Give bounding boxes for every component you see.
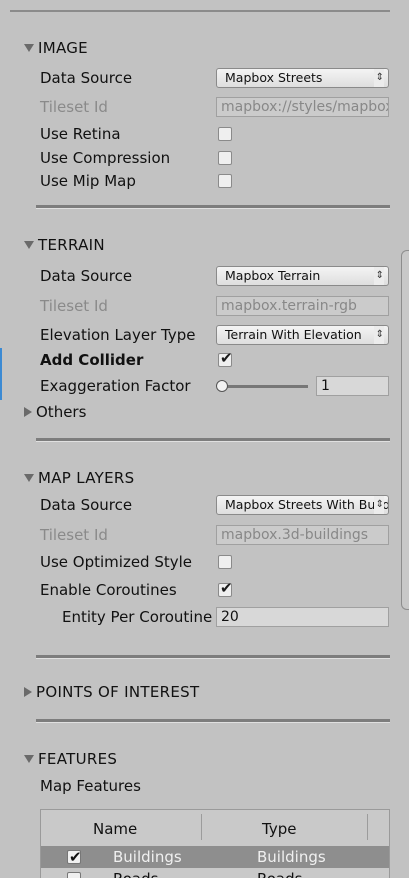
use-retina-checkbox[interactable] (218, 127, 232, 141)
collapse-triangle-icon (24, 43, 34, 52)
layers-tileset-label: Tileset Id (40, 526, 108, 544)
terrain-tileset-field[interactable]: mapbox.terrain-rgb (216, 296, 389, 316)
terrain-data-source-label: Data Source (40, 267, 133, 285)
top-divider (10, 0, 390, 12)
column-header-type[interactable]: Type (262, 818, 296, 840)
entity-per-coroutine-label: Entity Per Coroutine (62, 608, 213, 626)
layers-data-source-label: Data Source (40, 496, 133, 514)
enable-coroutines-checkbox[interactable]: ✔ (218, 579, 233, 597)
image-tileset-field[interactable]: mapbox://styles/mapbox/streets-v10 (216, 97, 389, 117)
image-data-source-label: Data Source (40, 69, 133, 87)
features-section-title: FEATURES (38, 750, 118, 768)
poi-section-header[interactable]: POINTS OF INTEREST (24, 681, 199, 703)
checkmark-icon: ✔ (69, 848, 82, 866)
row-name: Roads (113, 868, 158, 878)
image-section-title: IMAGE (38, 39, 88, 57)
add-collider-checkbox[interactable]: ✔ (218, 349, 233, 367)
collapse-triangle-icon (24, 754, 34, 763)
exaggeration-label: Exaggeration Factor (40, 377, 191, 395)
dropdown-arrow-icon: ⇕ (373, 326, 384, 344)
enable-coroutines-label: Enable Coroutines (40, 581, 177, 599)
terrain-tileset-label: Tileset Id (40, 297, 108, 315)
layers-data-source-value: Mapbox Streets With Building Ids (225, 497, 388, 512)
others-foldout[interactable]: Others (24, 401, 86, 423)
row-checkbox[interactable]: ✔ (67, 848, 82, 866)
features-section-header[interactable]: FEATURES (24, 748, 117, 770)
optimized-style-row: Use Optimized Style (0, 551, 214, 573)
use-compression-label: Use Compression (40, 149, 171, 167)
checkmark-icon: ✔ (220, 349, 233, 367)
terrain-data-source-value: Mapbox Terrain (225, 268, 321, 283)
collapse-triangle-icon (24, 240, 34, 249)
use-mip-map-checkbox[interactable] (218, 174, 232, 188)
others-label: Others (36, 403, 87, 421)
poi-section-title: POINTS OF INTEREST (36, 683, 200, 701)
elevation-layer-dropdown[interactable]: Terrain With Elevation ⇕ (216, 325, 389, 345)
column-separator[interactable] (367, 814, 368, 840)
image-data-source-value: Mapbox Streets (225, 70, 323, 85)
map-features-label: Map Features (40, 777, 141, 795)
expand-triangle-icon (24, 406, 32, 417)
exaggeration-slider[interactable] (222, 385, 308, 388)
checkmark-icon: ✔ (220, 579, 233, 597)
scrollbar-thumb[interactable] (401, 250, 409, 610)
slider-knob[interactable] (216, 380, 228, 392)
entity-per-coroutine-field[interactable]: 20 (216, 607, 389, 627)
use-mip-map-label: Use Mip Map (40, 172, 136, 190)
column-separator[interactable] (201, 814, 202, 840)
terrain-section-title: TERRAIN (38, 236, 105, 254)
row-type: Buildings (257, 848, 326, 866)
exaggeration-row: Exaggeration Factor (0, 375, 214, 397)
section-divider (36, 655, 390, 659)
row-name: Buildings (113, 848, 182, 866)
section-divider (36, 205, 390, 209)
table-row[interactable]: Roads Roads (41, 868, 389, 878)
row-checkbox[interactable] (67, 872, 81, 878)
elevation-layer-value: Terrain With Elevation (225, 327, 362, 342)
table-row[interactable]: ✔ Buildings Buildings (41, 846, 389, 868)
map-layers-section-title: MAP LAYERS (38, 469, 135, 487)
image-data-source-dropdown[interactable]: Mapbox Streets ⇕ (216, 68, 389, 88)
column-header-name[interactable]: Name (93, 818, 137, 840)
use-compression-checkbox[interactable] (218, 151, 232, 165)
dropdown-arrow-icon: ⇕ (373, 496, 384, 514)
dropdown-arrow-icon: ⇕ (373, 69, 384, 87)
elevation-layer-label: Elevation Layer Type (40, 326, 196, 344)
use-retina-label: Use Retina (40, 125, 121, 143)
terrain-data-source-dropdown[interactable]: Mapbox Terrain ⇕ (216, 266, 389, 286)
layers-tileset-field[interactable]: mapbox.3d-buildings (216, 525, 389, 545)
features-table: Name Type ✔ Buildings Buildings Roads Ro… (40, 809, 390, 878)
terrain-section-header[interactable]: TERRAIN (24, 234, 105, 256)
entity-per-coroutine-row: Entity Per Coroutine (0, 606, 214, 628)
elevation-layer-row: Elevation Layer Type (0, 324, 214, 346)
exaggeration-field[interactable]: 1 (316, 376, 389, 396)
map-layers-section-header[interactable]: MAP LAYERS (24, 467, 134, 489)
optimized-style-label: Use Optimized Style (40, 553, 193, 571)
layers-data-source-dropdown[interactable]: Mapbox Streets With Building Ids ⇕ (216, 495, 389, 515)
collapse-triangle-icon (24, 473, 34, 482)
row-type: Roads (257, 868, 302, 878)
section-divider (36, 719, 390, 723)
add-collider-label: Add Collider (40, 351, 144, 369)
image-section-header[interactable]: IMAGE (24, 37, 88, 59)
expand-triangle-icon (24, 686, 32, 697)
section-divider (36, 438, 390, 442)
optimized-style-checkbox[interactable] (218, 555, 232, 569)
image-tileset-label: Tileset Id (40, 98, 108, 116)
dropdown-arrow-icon: ⇕ (373, 267, 384, 285)
